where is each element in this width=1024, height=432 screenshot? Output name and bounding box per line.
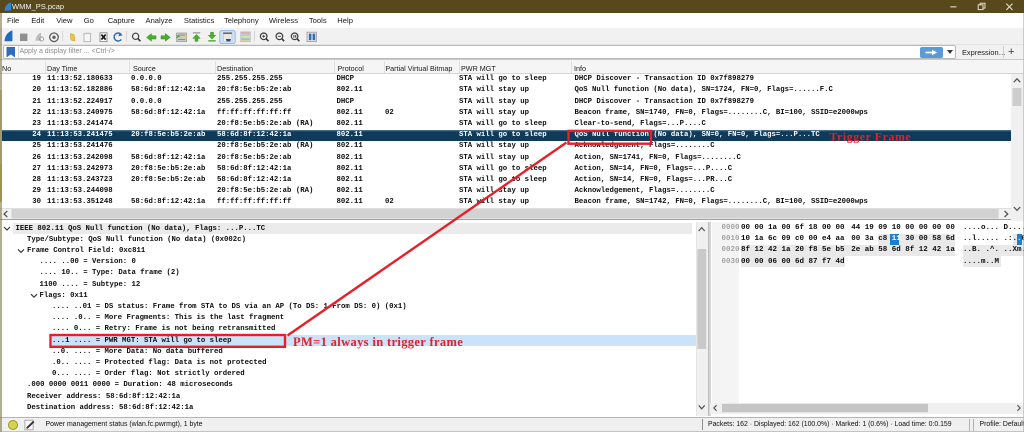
svg-text:Trigger Frame: Trigger Frame: [830, 130, 912, 144]
svg-text:PM=1 always in trigger frame: PM=1 always in trigger frame: [293, 335, 463, 349]
